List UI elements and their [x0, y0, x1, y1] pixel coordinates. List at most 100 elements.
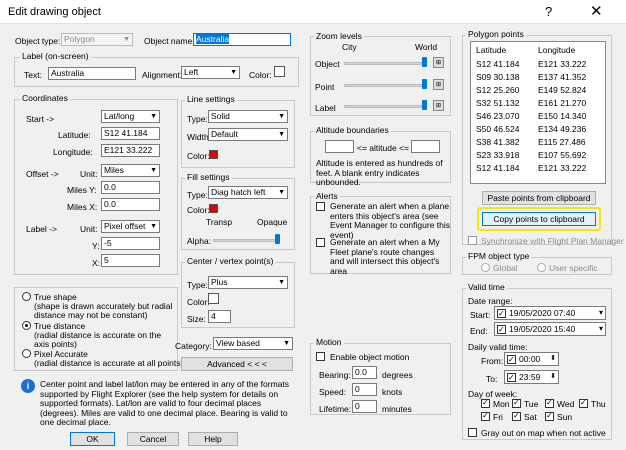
- valid-time-title: Valid time: [466, 282, 507, 292]
- fill-color-swatch[interactable]: [209, 204, 218, 213]
- start-mode-select[interactable]: Lat/long ▼: [101, 110, 160, 123]
- zoom-object-track[interactable]: [344, 62, 422, 65]
- sync-checkbox[interactable]: [468, 236, 477, 245]
- longitude-cell: E161 21.270: [538, 98, 587, 108]
- help-icon[interactable]: ?: [545, 4, 552, 19]
- start-date-checkbox[interactable]: [497, 308, 506, 319]
- center-color-button[interactable]: [208, 293, 219, 304]
- from-time-input[interactable]: 00:00 ⬍: [504, 352, 559, 366]
- zoom-label-thumb[interactable]: [422, 100, 427, 110]
- alignment-select[interactable]: Left ▼: [181, 66, 240, 79]
- y-input[interactable]: -5: [101, 237, 160, 250]
- wed-checkbox[interactable]: [545, 398, 554, 408]
- ok-button[interactable]: OK: [70, 432, 115, 446]
- center-type-select[interactable]: Plus ▼: [208, 276, 288, 289]
- latitude-input[interactable]: S12 41.184: [101, 127, 160, 140]
- alert1-checkbox[interactable]: [316, 202, 325, 211]
- end-date-input[interactable]: 19/05/2020 15:40 ▾: [494, 322, 606, 336]
- table-row[interactable]: S46 23.070 E150 14.340: [471, 111, 605, 123]
- table-row[interactable]: S12 25.260 E149 52.824: [471, 85, 605, 97]
- true-distance-radio[interactable]: [22, 321, 31, 330]
- label-color-button[interactable]: [274, 66, 285, 77]
- altitude-note: Altitude is entered as hundreds of feet.…: [316, 158, 443, 187]
- alpha-slider-track[interactable]: [213, 239, 279, 242]
- speed-input[interactable]: 0: [352, 383, 377, 396]
- zoom-label-map-icon[interactable]: ⊞: [433, 100, 444, 111]
- sat-checkbox[interactable]: [512, 411, 521, 421]
- lifetime-input[interactable]: 0: [352, 400, 377, 413]
- fpm-user-radio[interactable]: [537, 263, 546, 272]
- gray-out-checkbox[interactable]: [468, 428, 477, 437]
- thu-checkbox[interactable]: [579, 398, 588, 408]
- table-row[interactable]: S12 41.184 E121 33.222: [471, 59, 605, 71]
- zoom-point-thumb[interactable]: [422, 79, 427, 89]
- line-color-swatch[interactable]: [209, 150, 218, 159]
- end-date-checkbox[interactable]: [497, 324, 506, 335]
- table-row[interactable]: S12 41.184 E121 33.222: [471, 163, 605, 175]
- alpha-slider-thumb[interactable]: [275, 234, 280, 244]
- altitude-max-input[interactable]: [411, 140, 440, 153]
- fpm-global-label: Global: [493, 263, 518, 273]
- end-date-value: 19/05/2020 15:40: [509, 324, 576, 334]
- copy-points-button[interactable]: Copy points to clipboard: [482, 212, 596, 226]
- to-time-input[interactable]: 23:59 ⬍: [504, 370, 559, 384]
- pixel-accurate-radio[interactable]: [22, 349, 31, 358]
- object-name-input[interactable]: Australia: [193, 33, 291, 46]
- fri-checkbox[interactable]: [481, 411, 490, 421]
- close-icon[interactable]: ✕: [590, 2, 603, 20]
- true-shape-radio[interactable]: [22, 292, 31, 301]
- miles-y-input[interactable]: 0.0: [101, 181, 160, 194]
- start-date-input[interactable]: 19/05/2020 07:40 ▾: [494, 306, 606, 320]
- pixel-accurate-note: (radial distance is accurate at all poin…: [34, 358, 184, 368]
- calendar-icon[interactable]: ▾: [599, 323, 603, 334]
- line-width-select[interactable]: Default ▼: [208, 128, 288, 141]
- label-text-input[interactable]: Australia: [48, 67, 136, 80]
- x-input[interactable]: 5: [101, 254, 160, 267]
- bearing-input[interactable]: 0.0: [352, 366, 377, 379]
- fill-type-select[interactable]: Diag hatch left ▼: [208, 186, 288, 199]
- paste-points-button[interactable]: Paste points from clipboard: [482, 191, 596, 205]
- center-title: Center / vertex point(s): [185, 256, 276, 266]
- coordinates-title: Coordinates: [20, 93, 70, 103]
- table-row[interactable]: S32 51.132 E161 21.270: [471, 98, 605, 110]
- alert2-checkbox[interactable]: [316, 238, 325, 247]
- zoom-object-thumb[interactable]: [422, 57, 427, 67]
- mon-checkbox[interactable]: [481, 398, 490, 408]
- help-button[interactable]: Help: [188, 432, 238, 446]
- zoom-object-map-icon[interactable]: ⊞: [433, 57, 444, 68]
- polygon-points-table[interactable]: Latitude Longitude S12 41.184 E121 33.222…: [470, 41, 606, 184]
- spin-icon[interactable]: ⬍: [550, 353, 556, 364]
- zoom-point-track[interactable]: [344, 84, 422, 87]
- label-unit-select[interactable]: Pixel offset ▼: [101, 220, 160, 233]
- table-row[interactable]: S23 33.918 E107 55.692: [471, 150, 605, 162]
- sun-checkbox[interactable]: [545, 411, 554, 421]
- longitude-input[interactable]: E121 33.222: [101, 144, 160, 157]
- zoom-label-track[interactable]: [344, 105, 422, 108]
- miles-x-input[interactable]: 0.0: [101, 198, 160, 211]
- table-row[interactable]: S38 41.382 E115 27.486: [471, 137, 605, 149]
- to-label: To:: [486, 374, 498, 384]
- advanced-button[interactable]: Advanced < < <: [181, 357, 293, 371]
- line-type-select[interactable]: Solid ▼: [208, 110, 288, 123]
- table-row[interactable]: S50 46.524 E134 49.236: [471, 124, 605, 136]
- altitude-min-input[interactable]: [325, 140, 354, 153]
- zoom-point-map-icon[interactable]: ⊞: [433, 79, 444, 90]
- from-time-checkbox[interactable]: [507, 354, 516, 365]
- fpm-global-radio[interactable]: [481, 263, 490, 272]
- speed-label: Speed:: [319, 387, 346, 397]
- size-input[interactable]: 4: [208, 310, 231, 323]
- tue-checkbox[interactable]: [512, 398, 521, 408]
- offset-unit-select[interactable]: Miles ▼: [101, 164, 160, 177]
- table-row[interactable]: S09 30.138 E137 41.352: [471, 72, 605, 84]
- category-select[interactable]: View based ▼: [213, 337, 293, 350]
- label-color-label: Color:: [249, 70, 272, 80]
- transp-label: Transp: [206, 217, 233, 227]
- alignment-label: Alignment:: [142, 70, 183, 80]
- spin-icon[interactable]: ⬍: [550, 371, 556, 382]
- category-label: Category:: [175, 341, 212, 351]
- cancel-button[interactable]: Cancel: [127, 432, 179, 446]
- alerts-title: Alerts: [314, 191, 340, 201]
- calendar-icon[interactable]: ▾: [599, 307, 603, 318]
- enable-motion-checkbox[interactable]: [316, 352, 325, 361]
- to-time-checkbox[interactable]: [507, 372, 516, 383]
